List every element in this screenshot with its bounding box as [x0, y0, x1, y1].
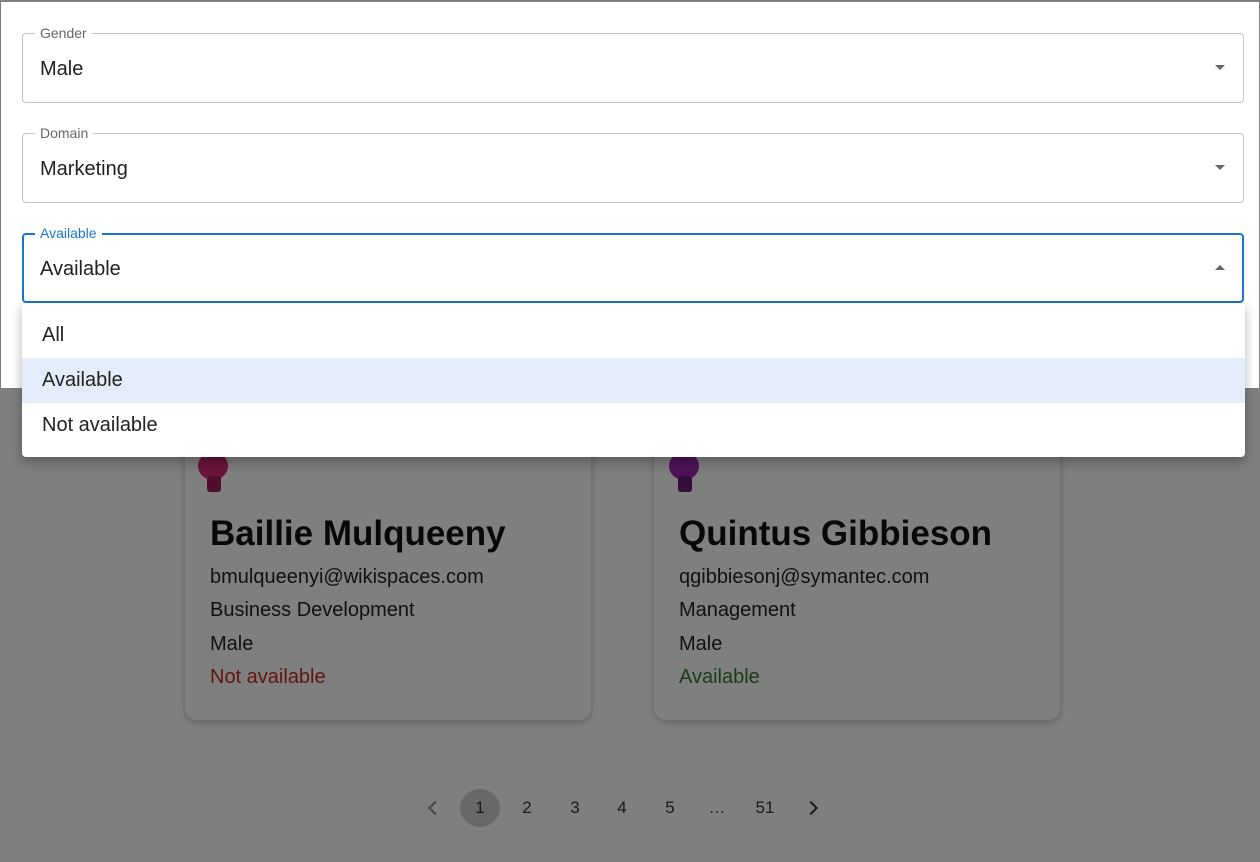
caret-down-icon [1215, 65, 1225, 70]
available-dropdown-menu: All Available Not available [22, 303, 1245, 457]
available-value: Available [40, 258, 121, 280]
gender-select[interactable]: Gender Male [22, 24, 1244, 103]
caret-up-icon [1215, 265, 1225, 270]
page: Baillie Mulqueeny bmulqueenyi@wikispaces… [0, 0, 1260, 862]
domain-label: Domain [35, 124, 94, 142]
menu-item-all[interactable]: All [22, 313, 1245, 358]
caret-down-icon [1215, 165, 1225, 170]
domain-value: Marketing [40, 158, 128, 180]
gender-value: Male [40, 58, 84, 80]
menu-item-available[interactable]: Available [22, 358, 1245, 403]
available-label: Available [35, 224, 102, 242]
domain-select[interactable]: Domain Marketing [22, 124, 1244, 203]
available-select[interactable]: Available Available [22, 224, 1244, 303]
gender-label: Gender [35, 24, 92, 42]
menu-item-not-available[interactable]: Not available [22, 403, 1245, 448]
